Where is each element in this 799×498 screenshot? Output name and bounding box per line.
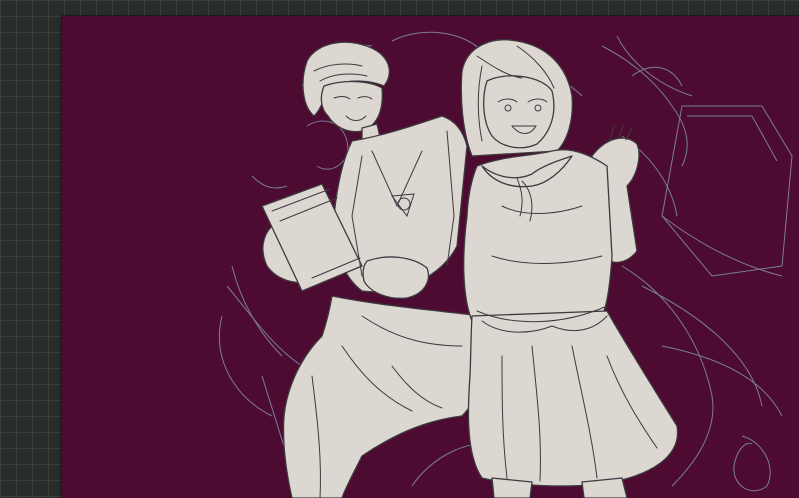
artwork[interactable] (62, 16, 799, 498)
woman-face (483, 75, 555, 149)
drawing-canvas[interactable] (62, 16, 799, 498)
canvas-workspace[interactable] (0, 0, 799, 498)
